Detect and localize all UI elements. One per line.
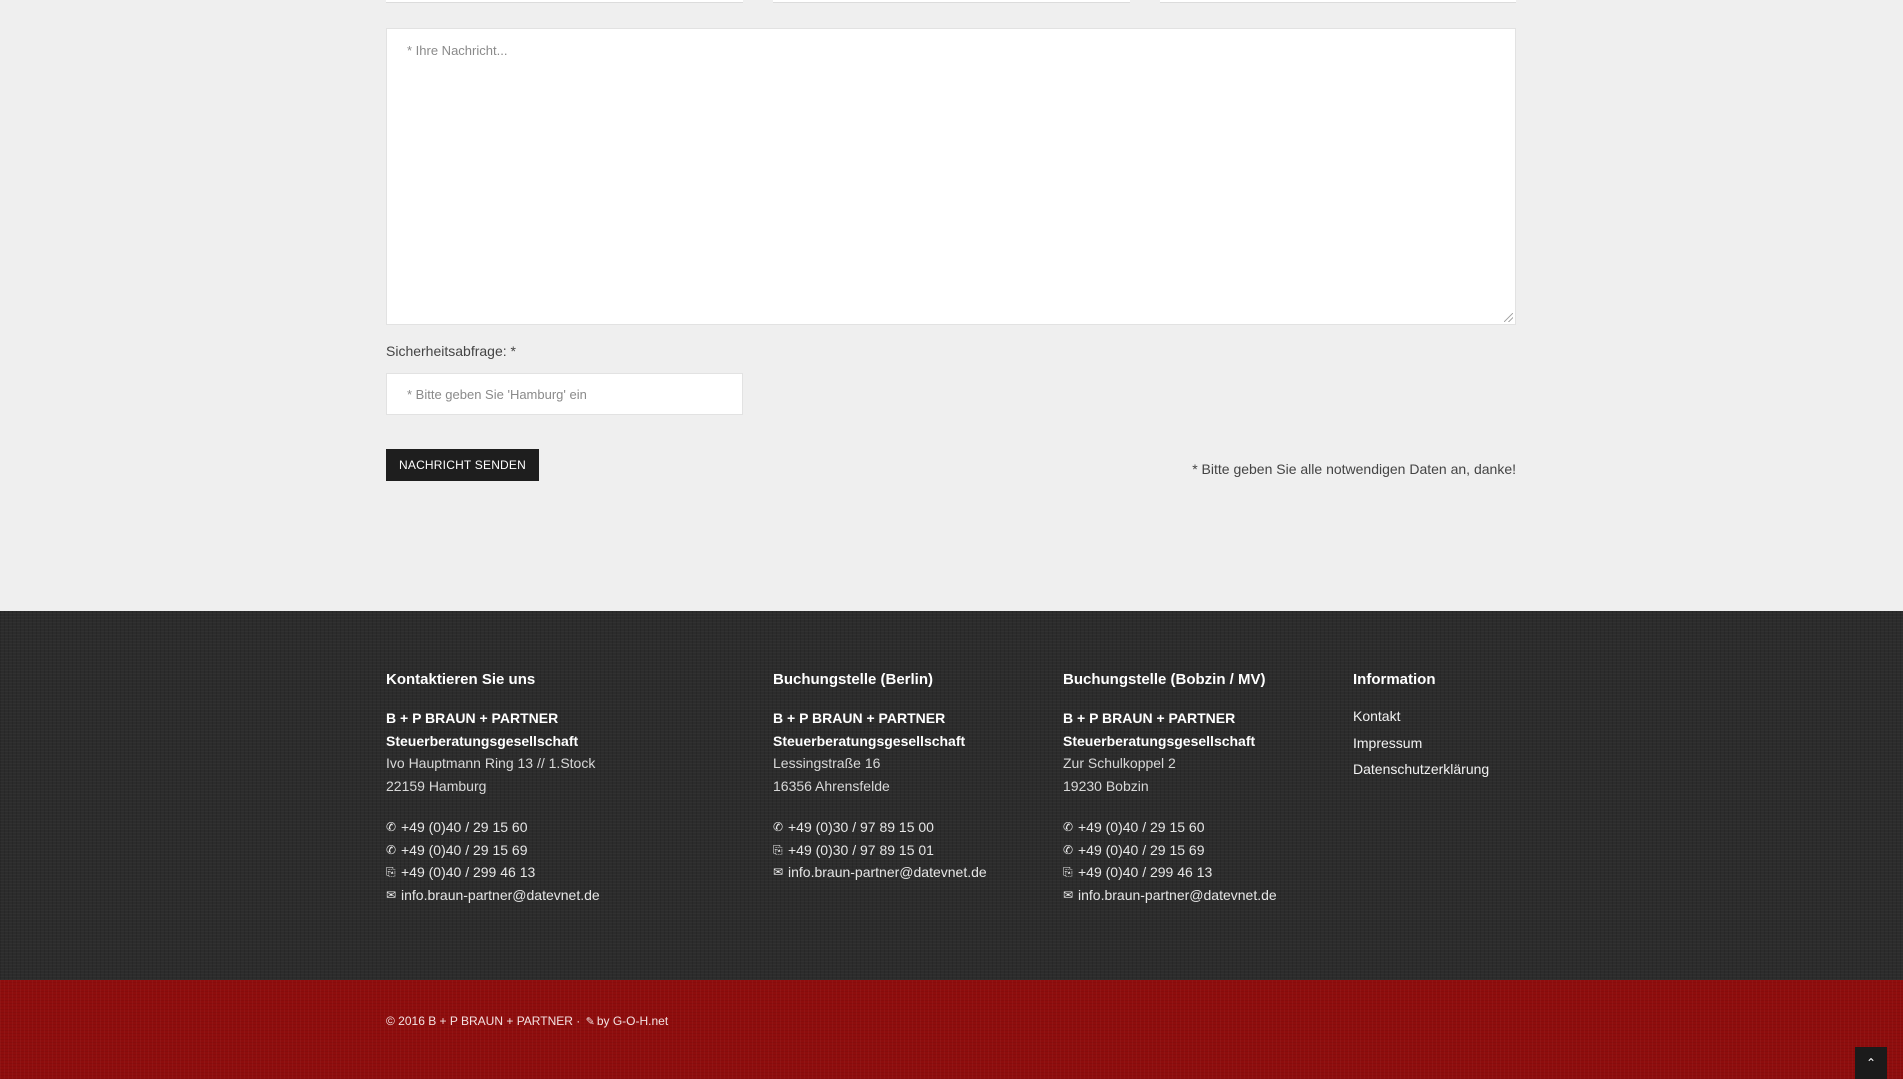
footer-berlin-column: Buchungstelle (Berlin) B + P BRAUN + PAR… bbox=[773, 669, 987, 884]
phone-icon: ✆ bbox=[386, 842, 397, 857]
message-textarea[interactable] bbox=[386, 28, 1516, 325]
phone-row: ✆ +49 (0)40 / 29 15 60 bbox=[386, 816, 600, 839]
email-row[interactable]: ✉ info.braun-partner@datevnet.de bbox=[386, 884, 600, 907]
footer: Kontaktieren Sie uns B + P BRAUN + PARTN… bbox=[0, 611, 1903, 980]
credit-link[interactable]: by G-O-H.net bbox=[597, 1014, 668, 1028]
captcha-label: Sicherheitsabfrage: * bbox=[386, 343, 516, 359]
phone-icon: ✆ bbox=[773, 820, 784, 834]
fax-icon: ⎘ bbox=[1063, 865, 1073, 879]
phone-icon: ✆ bbox=[1063, 842, 1074, 857]
fax-icon: ⎘ bbox=[773, 842, 783, 857]
phone-row: ✆ +49 (0)30 / 97 89 15 00 bbox=[773, 816, 987, 839]
phone-row: ✆ +49 (0)40 / 29 15 60 bbox=[1063, 816, 1277, 839]
footer-column-title: Information bbox=[1353, 671, 1436, 688]
phone-number: +49 (0)30 / 97 89 15 00 bbox=[788, 819, 934, 835]
edit-icon: ✎ bbox=[585, 1016, 595, 1028]
fax-number: +49 (0)30 / 97 89 15 01 bbox=[788, 841, 934, 858]
email-field[interactable] bbox=[773, 0, 1130, 3]
footer-column-title: Buchungstelle (Bobzin / MV) bbox=[1063, 671, 1266, 688]
email-row[interactable]: ✉ info.braun-partner@datevnet.de bbox=[1063, 884, 1277, 907]
email-link[interactable]: info.braun-partner@datevnet.de bbox=[401, 884, 600, 907]
envelope-icon: ✉ bbox=[1063, 887, 1074, 902]
phone-icon: ✆ bbox=[386, 820, 397, 834]
email-link[interactable]: info.braun-partner@datevnet.de bbox=[1078, 884, 1277, 907]
phone-number: +49 (0)40 / 29 15 69 bbox=[1078, 841, 1205, 858]
bottom-bar: © 2016 B + P BRAUN + PARTNER · ✎ by G-O-H… bbox=[0, 980, 1903, 1079]
fax-number: +49 (0)40 / 299 46 13 bbox=[1078, 864, 1213, 880]
footer-contact-column: Kontaktieren Sie uns B + P BRAUN + PARTN… bbox=[386, 669, 600, 906]
phone-number: +49 (0)40 / 29 15 69 bbox=[401, 841, 528, 858]
phone-number: +49 (0)40 / 29 15 60 bbox=[1078, 819, 1205, 835]
footer-column-title: Buchungstelle (Berlin) bbox=[773, 671, 934, 688]
footer-link-kontakt[interactable]: Kontakt bbox=[1353, 703, 1489, 730]
required-note: * Bitte geben Sie alle notwendigen Daten… bbox=[1192, 461, 1516, 477]
fax-row: ⎘ +49 (0)30 / 97 89 15 01 bbox=[773, 839, 987, 862]
fax-row: ⎘ +49 (0)40 / 299 46 13 bbox=[1063, 861, 1277, 884]
email-row[interactable]: ✉ info.braun-partner@datevnet.de bbox=[773, 861, 987, 884]
fax-icon: ⎘ bbox=[386, 865, 396, 879]
copyright: © 2016 B + P BRAUN + PARTNER · ✎ by G-O-H… bbox=[386, 1014, 668, 1028]
company-name: B + P BRAUN + PARTNER bbox=[773, 710, 946, 726]
company-name: B + P BRAUN + PARTNER bbox=[386, 710, 559, 726]
scroll-to-top-button[interactable]: ⌃ bbox=[1855, 1047, 1887, 1079]
phone-field[interactable] bbox=[1160, 0, 1516, 3]
company-type: Steuerberatungsgesellschaft bbox=[1063, 732, 1256, 749]
submit-button[interactable]: NACHRICHT SENDEN bbox=[386, 449, 539, 481]
fax-number: +49 (0)40 / 299 46 13 bbox=[401, 864, 536, 880]
name-field[interactable] bbox=[386, 0, 743, 3]
copyright-text: © 2016 B + P BRAUN + PARTNER · bbox=[386, 1014, 581, 1028]
phone-number: +49 (0)40 / 29 15 60 bbox=[401, 819, 528, 835]
city: 22159 Hamburg bbox=[386, 777, 487, 794]
company-name: B + P BRAUN + PARTNER bbox=[1063, 710, 1236, 726]
footer-column-title: Kontaktieren Sie uns bbox=[386, 671, 536, 688]
resize-handle[interactable] bbox=[1504, 313, 1513, 322]
street: Ivo Hauptmann Ring 13 // 1.Stock bbox=[386, 755, 596, 771]
city: 16356 Ahrensfelde bbox=[773, 777, 890, 794]
street: Zur Schulkoppel 2 bbox=[1063, 755, 1176, 771]
envelope-icon: ✉ bbox=[773, 865, 784, 879]
email-link[interactable]: info.braun-partner@datevnet.de bbox=[788, 861, 987, 884]
footer-link-datenschutz[interactable]: Datenschutzerklärung bbox=[1353, 756, 1489, 783]
captcha-input[interactable] bbox=[386, 373, 743, 415]
footer-bobzin-column: Buchungstelle (Bobzin / MV) B + P BRAUN … bbox=[1063, 669, 1277, 906]
phone-row: ✆ +49 (0)40 / 29 15 69 bbox=[1063, 839, 1277, 862]
city: 19230 Bobzin bbox=[1063, 777, 1149, 794]
company-type: Steuerberatungsgesellschaft bbox=[773, 732, 966, 749]
company-type: Steuerberatungsgesellschaft bbox=[386, 732, 579, 749]
street: Lessingstraße 16 bbox=[773, 755, 881, 771]
envelope-icon: ✉ bbox=[386, 887, 397, 902]
fax-row: ⎘ +49 (0)40 / 299 46 13 bbox=[386, 861, 600, 884]
phone-row: ✆ +49 (0)40 / 29 15 69 bbox=[386, 839, 600, 862]
phone-icon: ✆ bbox=[1063, 820, 1074, 834]
footer-info-column: Information Kontakt Impressum Datenschut… bbox=[1353, 669, 1489, 783]
footer-link-impressum[interactable]: Impressum bbox=[1353, 730, 1489, 757]
chevron-up-icon: ⌃ bbox=[1865, 1056, 1877, 1070]
